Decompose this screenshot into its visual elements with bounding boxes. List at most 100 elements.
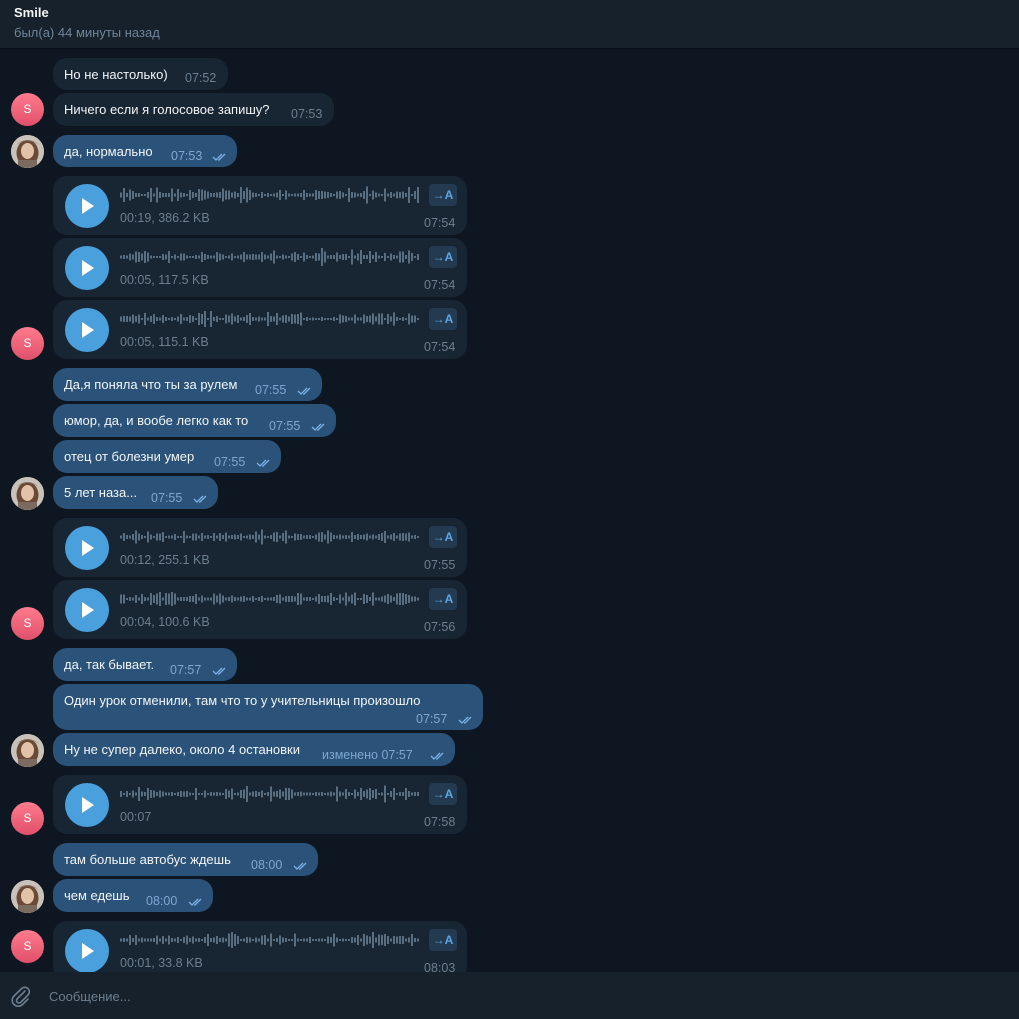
- waveform-bar: [330, 937, 332, 943]
- waveform-bar: [252, 254, 254, 260]
- message-bubble[interactable]: там больше автобус ждешь 08:00: [53, 843, 318, 876]
- voice-message[interactable]: 00:05, 117.5 KB →A 07:54: [53, 238, 467, 297]
- waveform-bar: [264, 535, 266, 539]
- message-bubble[interactable]: Ну не супер далеко, около 4 остановки из…: [53, 733, 455, 766]
- message-bubble[interactable]: Но не настолько) 07:52: [53, 58, 228, 90]
- waveform-bar: [360, 317, 362, 321]
- message-bubble[interactable]: да, так бывает. 07:57: [53, 648, 237, 681]
- message-bubble[interactable]: Ничего если я голосовое запишу? 07:53: [53, 93, 334, 126]
- waveform-bar: [201, 314, 203, 324]
- waveform-bar: [297, 193, 299, 197]
- play-button[interactable]: [65, 246, 109, 290]
- message-bubble[interactable]: Да,я поняла что ты за рулем 07:55: [53, 368, 322, 401]
- waveform-bar: [324, 251, 326, 263]
- chat-header[interactable]: Smile был(а) 44 минуты назад: [0, 0, 1019, 49]
- waveform-bar: [363, 791, 365, 797]
- waveform-bar: [126, 316, 128, 322]
- waveform[interactable]: [120, 930, 420, 950]
- waveform-bar: [378, 193, 380, 197]
- avatar[interactable]: S: [11, 93, 44, 126]
- waveform[interactable]: [120, 309, 420, 329]
- avatar[interactable]: S: [11, 802, 44, 835]
- waveform-bar: [399, 251, 401, 263]
- waveform-bar: [333, 792, 335, 796]
- waveform-bar: [177, 792, 179, 796]
- avatar[interactable]: [11, 477, 44, 510]
- message-time: изменено 07:57: [322, 748, 413, 762]
- translate-icon[interactable]: →A: [429, 929, 457, 951]
- translate-icon[interactable]: →A: [429, 184, 457, 206]
- waveform-bar: [201, 939, 203, 941]
- waveform-bar: [354, 535, 356, 539]
- message-time: 08:00: [146, 894, 178, 908]
- translate-icon[interactable]: →A: [429, 308, 457, 330]
- waveform-bar: [357, 317, 359, 321]
- waveform-bar: [171, 938, 173, 942]
- translate-icon[interactable]: →A: [429, 783, 457, 805]
- avatar[interactable]: [11, 135, 44, 168]
- waveform-bar: [354, 592, 356, 606]
- play-button[interactable]: [65, 526, 109, 570]
- waveform-bar: [378, 597, 380, 601]
- voice-message[interactable]: 00:04, 100.6 KB →A 07:56: [53, 580, 467, 639]
- contact-name[interactable]: Smile: [14, 5, 49, 20]
- waveform-bar: [120, 791, 122, 797]
- avatar[interactable]: S: [11, 327, 44, 360]
- waveform-bar: [273, 532, 275, 542]
- voice-message[interactable]: 00:01, 33.8 KB →A 08:03: [53, 921, 467, 972]
- message-bubble[interactable]: Один урок отменили, там что то у учитель…: [53, 684, 483, 730]
- voice-message[interactable]: 00:07 →A 07:58: [53, 775, 467, 834]
- waveform-bar: [396, 936, 398, 944]
- avatar-photo: [11, 135, 44, 168]
- waveform-bar: [183, 791, 185, 797]
- message-bubble[interactable]: 5 лет наза... 07:55: [53, 476, 218, 509]
- waveform[interactable]: [120, 784, 420, 804]
- waveform-bar: [312, 598, 314, 600]
- waveform[interactable]: [120, 247, 420, 267]
- translate-icon[interactable]: →A: [429, 588, 457, 610]
- message-input[interactable]: [49, 986, 979, 1006]
- avatar[interactable]: [11, 880, 44, 913]
- waveform-bar: [216, 936, 218, 944]
- message-bubble[interactable]: чем едешь 08:00: [53, 879, 213, 912]
- waveform-bar: [330, 193, 332, 197]
- message-bubble[interactable]: юмор, да, и вообе легко как то 07:55: [53, 404, 336, 437]
- attach-icon[interactable]: [11, 985, 31, 1012]
- waveform-bar: [366, 255, 368, 259]
- waveform-bar: [186, 535, 188, 539]
- waveform-bar: [168, 193, 170, 197]
- waveform-bar: [390, 316, 392, 322]
- avatar[interactable]: S: [11, 607, 44, 640]
- waveform-bar: [390, 791, 392, 797]
- waveform-bar: [354, 192, 356, 198]
- waveform-bar: [372, 313, 374, 325]
- waveform-bar: [219, 192, 221, 198]
- waveform-bar: [198, 189, 200, 201]
- waveform-bar: [180, 791, 182, 797]
- waveform-bar: [132, 534, 134, 540]
- message-bubble[interactable]: да, нормально 07:53: [53, 135, 237, 167]
- play-button[interactable]: [65, 588, 109, 632]
- play-button[interactable]: [65, 308, 109, 352]
- message-bubble[interactable]: отец от болезни умер 07:55: [53, 440, 281, 473]
- play-button[interactable]: [65, 929, 109, 972]
- avatar[interactable]: [11, 734, 44, 767]
- translate-icon[interactable]: →A: [429, 246, 457, 268]
- voice-message[interactable]: 00:12, 255.1 KB →A 07:55: [53, 518, 467, 577]
- double-check-icon: [293, 861, 311, 871]
- voice-message[interactable]: 00:19, 386.2 KB →A 07:54: [53, 176, 467, 235]
- waveform[interactable]: [120, 589, 420, 609]
- voice-message[interactable]: 00:05, 115.1 KB →A 07:54: [53, 300, 467, 359]
- avatar[interactable]: S: [11, 930, 44, 963]
- message-list[interactable]: Но не настолько) 07:52 S Ничего если я г…: [0, 49, 1019, 972]
- waveform-bar: [294, 533, 296, 541]
- waveform-bar: [162, 193, 164, 197]
- play-button[interactable]: [65, 783, 109, 827]
- translate-icon[interactable]: →A: [429, 526, 457, 548]
- waveform-bar: [162, 597, 164, 601]
- play-button[interactable]: [65, 184, 109, 228]
- waveform[interactable]: [120, 185, 420, 205]
- waveform[interactable]: [120, 527, 420, 547]
- waveform-bar: [321, 248, 323, 266]
- waveform-bar: [384, 318, 386, 320]
